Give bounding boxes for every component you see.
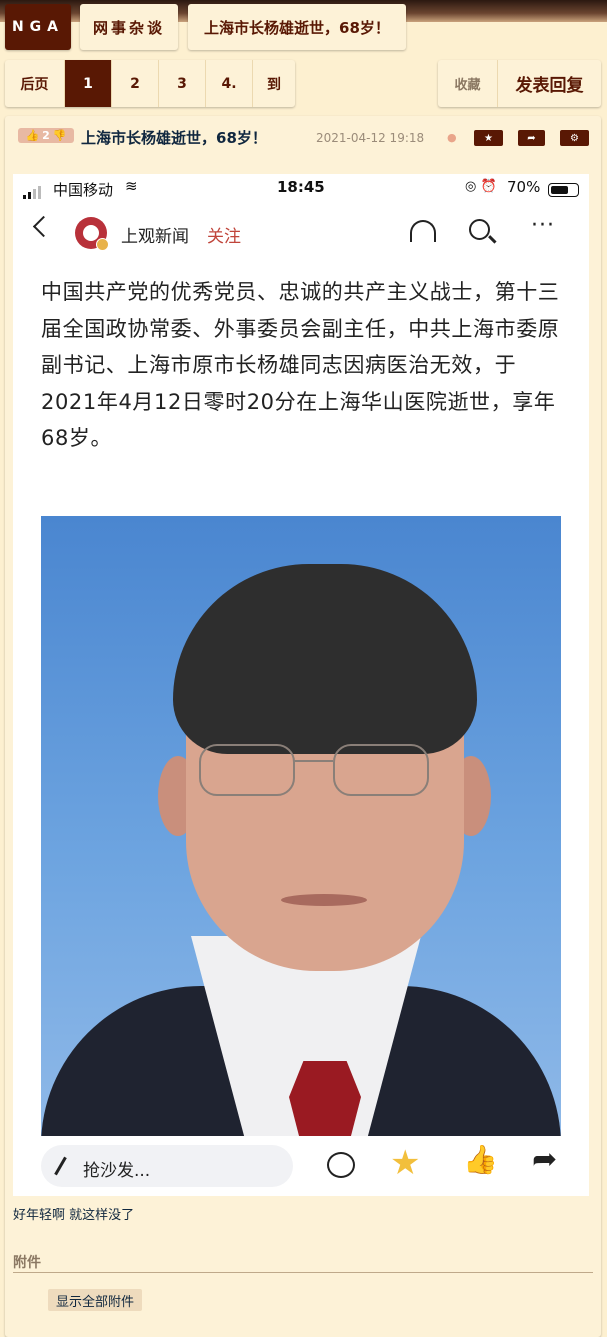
pager-first[interactable]: 后页 — [5, 60, 65, 107]
attachments-title: 附件 — [13, 1255, 41, 1271]
follow-button[interactable]: 关注 — [207, 222, 241, 247]
battery-icon — [548, 183, 579, 197]
favorite-button[interactable]: 收藏 — [438, 60, 498, 107]
post-card: 👍 2 👎 上海市长杨雄逝世，68岁！ 2021-04-12 19:18 ● ★… — [5, 116, 601, 1337]
vote-widget[interactable]: 👍 2 👎 — [18, 128, 74, 143]
comment-bar: 抢沙发... ★ 👍 ➦ — [13, 1136, 589, 1196]
news-app-navbar: 上观新闻 关注 ··· — [13, 204, 589, 260]
like-icon[interactable]: 👍 — [463, 1146, 498, 1174]
pager-goto[interactable]: 到 — [253, 60, 295, 107]
like-count: 2 — [42, 129, 50, 142]
nga-logo-link[interactable]: NGA — [5, 4, 71, 50]
comment-icon[interactable] — [327, 1152, 355, 1178]
thumbs-up-icon[interactable]: 👍 — [25, 129, 39, 142]
headphone-icon[interactable] — [410, 220, 436, 242]
alarm-icon: ◎ ⏰ — [465, 179, 497, 194]
post-title: 上海市长杨雄逝世，68岁！ — [81, 129, 267, 147]
search-icon[interactable] — [469, 219, 490, 240]
topic-actions: 收藏 发表回复 — [438, 60, 601, 107]
share-icon[interactable]: ➦ — [518, 130, 545, 146]
post-body-text: 好年轻啊 就这样没了 — [13, 1208, 135, 1223]
portrait-photo — [41, 516, 561, 1136]
comment-placeholder: 抢沙发... — [83, 1161, 151, 1181]
comment-input[interactable]: 抢沙发... — [41, 1145, 293, 1187]
wifi-icon: ≋ — [125, 177, 138, 195]
article-text: 中国共产党的优秀党员、忠诚的共产主义战士，第十三届全国政协常委、外事委员会副主任… — [41, 280, 560, 450]
attachments-divider — [13, 1272, 593, 1273]
pager-page-1[interactable]: 1 — [65, 60, 112, 107]
pager-page-3[interactable]: 3 — [159, 60, 206, 107]
gear-icon[interactable]: ⚙ — [560, 130, 589, 146]
embedded-screenshot: 中国移动 ≋ 18:45 ◎ ⏰ 70% 上观新闻 关注 ··· 中国共产党的优… — [13, 174, 589, 1196]
pager-page-4[interactable]: 4. — [206, 60, 253, 107]
phone-status-bar: 中国移动 ≋ 18:45 ◎ ⏰ 70% — [13, 174, 589, 204]
forward-icon[interactable]: ➦ — [532, 1145, 557, 1175]
signal-icon — [23, 186, 41, 199]
battery-percent: 70% — [507, 178, 541, 196]
breadcrumb-forum[interactable]: 网事杂谈 — [80, 4, 178, 50]
more-icon[interactable]: ··· — [531, 213, 555, 238]
breadcrumb-topic[interactable]: 上海市长杨雄逝世，68岁！ — [188, 4, 406, 50]
star-icon[interactable]: ★ — [474, 130, 503, 146]
post-header: 👍 2 👎 上海市长杨雄逝世，68岁！ 2021-04-12 19:18 ● ★… — [5, 116, 601, 158]
back-chevron-icon[interactable] — [32, 215, 55, 238]
carrier-label: 中国移动 — [53, 181, 114, 199]
reply-button[interactable]: 发表回复 — [498, 60, 601, 107]
source-logo[interactable] — [75, 217, 109, 251]
pencil-icon — [54, 1156, 67, 1176]
show-all-attachments-button[interactable]: 显示全部附件 — [48, 1289, 143, 1311]
peach-icon: ● — [447, 131, 457, 144]
pagination: 后页 1 2 3 4. 到 — [5, 60, 295, 107]
favorite-star-icon[interactable]: ★ — [390, 1146, 420, 1180]
thumbs-down-icon[interactable]: 👎 — [53, 129, 67, 142]
pager-page-2[interactable]: 2 — [112, 60, 159, 107]
source-name[interactable]: 上观新闻 — [121, 222, 189, 247]
phone-clock: 18:45 — [277, 178, 325, 196]
post-timestamp: 2021-04-12 19:18 — [316, 131, 425, 145]
